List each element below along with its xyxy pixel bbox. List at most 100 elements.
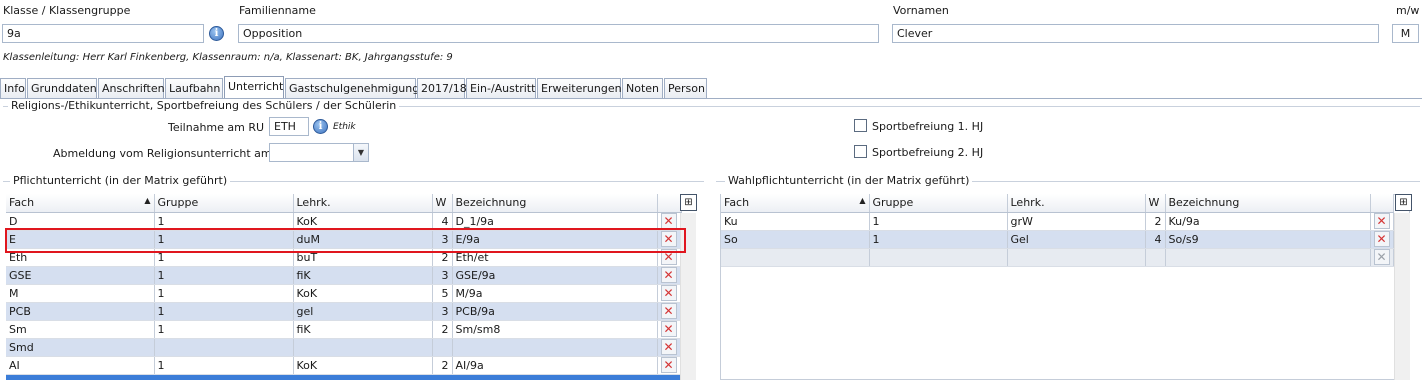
delete-icon[interactable]: ✕: [1373, 231, 1390, 247]
table-row[interactable]: GSE 1 fiK 3 GSE/9a ✕: [6, 266, 682, 285]
cell-bezeichnung[interactable]: AI/9a: [452, 356, 658, 375]
info-icon[interactable]: i: [209, 26, 224, 41]
tab-2017-18[interactable]: 2017/18: [417, 78, 467, 99]
col-w[interactable]: W: [1145, 194, 1166, 213]
cell-gruppe[interactable]: [154, 338, 294, 357]
cell-gruppe[interactable]: 1: [154, 266, 294, 285]
col-fach[interactable]: Fach ▲: [6, 194, 155, 213]
cell-w[interactable]: 2: [1145, 212, 1166, 231]
cell-lehrk[interactable]: KoK: [293, 284, 433, 303]
delete-icon[interactable]: ✕: [660, 267, 677, 283]
mw-field[interactable]: M: [1392, 24, 1419, 43]
cell-gruppe[interactable]: 1: [154, 320, 294, 339]
tab-ein-austritt[interactable]: Ein-/Austritt: [466, 78, 536, 99]
cell-fach[interactable]: Sm: [6, 320, 155, 339]
table-row[interactable]: PCB 1 gel 3 PCB/9a ✕: [6, 302, 682, 321]
sport2-checkbox[interactable]: [854, 145, 867, 158]
cell-gruppe[interactable]: 1: [154, 284, 294, 303]
cell-w[interactable]: 2: [432, 356, 453, 375]
col-w[interactable]: W: [432, 194, 453, 213]
table-row[interactable]: Sm 1 fiK 2 Sm/sm8 ✕: [6, 320, 682, 339]
delete-icon[interactable]: ✕: [660, 357, 677, 373]
delete-icon[interactable]: ✕: [660, 321, 677, 337]
cell-bezeichnung[interactable]: [452, 338, 658, 357]
cell-bezeichnung[interactable]: Sm/sm8: [452, 320, 658, 339]
table-row[interactable]: M 1 KoK 5 M/9a ✕: [6, 284, 682, 303]
selected-row-strip[interactable]: [6, 375, 681, 380]
abmeldung-date-picker[interactable]: ▼: [269, 143, 369, 162]
cell-gruppe[interactable]: 1: [869, 212, 1008, 231]
cell-w[interactable]: [1145, 248, 1166, 267]
tab-laufbahn[interactable]: Laufbahn: [165, 78, 223, 99]
klasse-field[interactable]: 9a: [2, 24, 204, 43]
teilnahme-info-icon[interactable]: i: [313, 119, 328, 134]
cell-bezeichnung[interactable]: Ku/9a: [1165, 212, 1371, 231]
cell-lehrk[interactable]: [293, 338, 433, 357]
tab-info[interactable]: Info: [0, 78, 26, 99]
tab-gastschulgenehmigung[interactable]: Gastschulgenehmigung: [285, 78, 419, 99]
cell-fach[interactable]: So: [721, 230, 870, 249]
col-gruppe[interactable]: Gruppe: [869, 194, 1008, 213]
table-row[interactable]: Ku 1 grW 2 Ku/9a ✕: [721, 212, 1394, 231]
cell-fach[interactable]: M: [6, 284, 155, 303]
cell-fach[interactable]: Ku: [721, 212, 870, 231]
cell-w[interactable]: 3: [432, 302, 453, 321]
cell-w[interactable]: [432, 338, 453, 357]
tab-grunddaten[interactable]: Grunddaten: [27, 78, 97, 99]
cell-gruppe[interactable]: 1: [154, 356, 294, 375]
delete-icon[interactable]: ✕: [660, 285, 677, 301]
cell-w[interactable]: 4: [1145, 230, 1166, 249]
col-bezeichnung[interactable]: Bezeichnung: [1165, 194, 1371, 213]
cell-bezeichnung[interactable]: GSE/9a: [452, 266, 658, 285]
cell-gruppe[interactable]: 1: [154, 302, 294, 321]
cell-w[interactable]: 3: [432, 266, 453, 285]
cell-fach[interactable]: [721, 248, 870, 267]
cell-fach[interactable]: GSE: [6, 266, 155, 285]
teilnahme-field[interactable]: ETH: [269, 117, 309, 136]
chevron-down-icon[interactable]: ▼: [353, 144, 368, 161]
table-row[interactable]: So 1 Gel 4 So/s9 ✕: [721, 230, 1394, 249]
cell-lehrk[interactable]: grW: [1007, 212, 1146, 231]
vornamen-field[interactable]: Clever: [892, 24, 1379, 43]
familienname-field[interactable]: Opposition: [238, 24, 879, 43]
sport1-checkbox[interactable]: [854, 119, 867, 132]
col-bezeichnung[interactable]: Bezeichnung: [452, 194, 658, 213]
delete-icon[interactable]: ✕: [660, 339, 677, 355]
col-lehrk[interactable]: Lehrk.: [1007, 194, 1146, 213]
cell-lehrk[interactable]: Gel: [1007, 230, 1146, 249]
column-config-icon[interactable]: ⊞: [680, 194, 697, 211]
cell-w[interactable]: 5: [432, 284, 453, 303]
cell-lehrk[interactable]: KoK: [293, 356, 433, 375]
cell-fach[interactable]: AI: [6, 356, 155, 375]
cell-lehrk[interactable]: gel: [293, 302, 433, 321]
tab-unterricht[interactable]: Unterricht: [224, 76, 284, 99]
tab-person[interactable]: Person: [664, 78, 707, 99]
tab-noten[interactable]: Noten: [622, 78, 663, 99]
cell-bezeichnung[interactable]: So/s9: [1165, 230, 1371, 249]
table-row[interactable]: Smd ✕: [6, 338, 682, 357]
cell-fach[interactable]: PCB: [6, 302, 155, 321]
cell-lehrk[interactable]: [1007, 248, 1146, 267]
cell-bezeichnung[interactable]: [1165, 248, 1371, 267]
cell-gruppe[interactable]: [869, 248, 1008, 267]
delete-icon[interactable]: ✕: [1373, 213, 1390, 229]
col-gruppe[interactable]: Gruppe: [154, 194, 294, 213]
cell-lehrk[interactable]: fiK: [293, 266, 433, 285]
cell-fach[interactable]: Smd: [6, 338, 155, 357]
delete-icon[interactable]: ✕: [660, 303, 677, 319]
wahl-scrollbar[interactable]: [1394, 213, 1410, 380]
cell-gruppe[interactable]: 1: [869, 230, 1008, 249]
table-row[interactable]: AI 1 KoK 2 AI/9a ✕: [6, 356, 682, 375]
abmeldung-label: Abmeldung vom Religionsunterricht am: [53, 147, 272, 160]
tab-erweiterungen[interactable]: Erweiterungen: [537, 78, 622, 99]
cell-bezeichnung[interactable]: PCB/9a: [452, 302, 658, 321]
new-row[interactable]: ✕: [721, 248, 1394, 267]
cell-lehrk[interactable]: fiK: [293, 320, 433, 339]
cell-w[interactable]: 2: [432, 320, 453, 339]
column-config-icon[interactable]: ⊞: [1395, 194, 1412, 211]
col-fach[interactable]: Fach ▲: [721, 194, 870, 213]
cell-bezeichnung[interactable]: M/9a: [452, 284, 658, 303]
delete-icon[interactable]: ✕: [660, 213, 677, 229]
tab-anschriften[interactable]: Anschriften: [98, 78, 165, 99]
col-lehrk[interactable]: Lehrk.: [293, 194, 433, 213]
